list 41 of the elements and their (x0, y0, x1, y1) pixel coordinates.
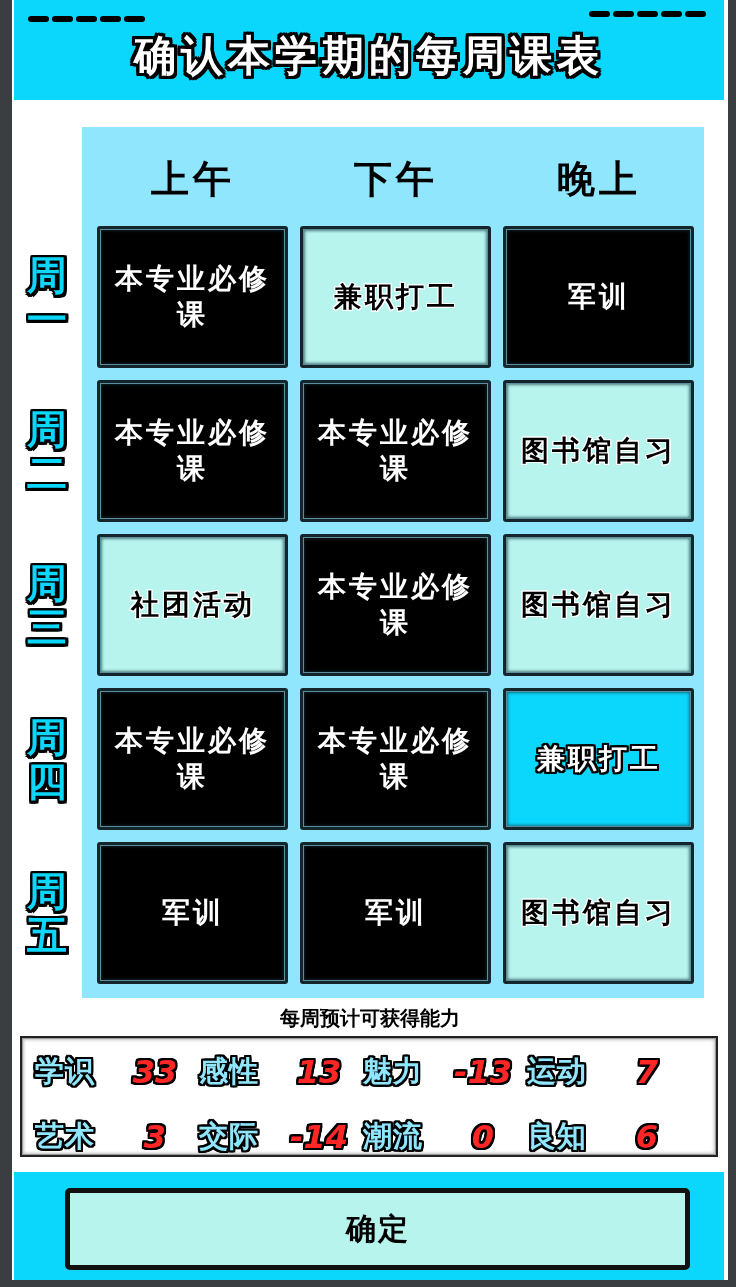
stat-value: 6 (635, 1118, 659, 1156)
schedule-slot[interactable]: 本专业必修课 (97, 688, 288, 830)
column-header: 上午 (150, 155, 235, 202)
day-label: 周五 (27, 869, 67, 957)
column-header: 下午 (353, 155, 438, 202)
page-title: 确认本学期的每周课表 (132, 31, 605, 81)
confirm-button[interactable]: 确定 (65, 1188, 690, 1270)
stat-label: 运动 (527, 1053, 587, 1090)
schedule-slot[interactable]: 本专业必修课 (300, 380, 491, 522)
schedule-slot[interactable]: 图书馆自习 (503, 534, 694, 676)
stat-value: 33 (132, 1053, 178, 1091)
stat-label: 潮流 (363, 1118, 423, 1155)
schedule-slot[interactable]: 本专业必修课 (97, 226, 288, 368)
stat-label: 交际 (199, 1118, 259, 1155)
schedule-slot[interactable]: 图书馆自习 (503, 380, 694, 522)
stat-label: 学识 (35, 1053, 95, 1090)
day-label: 周三 (27, 561, 67, 649)
stat-value: 0 (471, 1118, 495, 1156)
day-label: 周四 (27, 715, 67, 803)
stat-value: 13 (296, 1053, 342, 1091)
schedule-slot[interactable]: 社团活动 (97, 534, 288, 676)
schedule-slot[interactable]: 军训 (503, 226, 694, 368)
schedule-slot[interactable]: 本专业必修课 (300, 688, 491, 830)
day-label: 周一 (27, 253, 67, 341)
schedule-slot[interactable]: 军训 (97, 842, 288, 984)
schedule-slot[interactable]: 军训 (300, 842, 491, 984)
stat-label: 良知 (527, 1118, 587, 1155)
schedule-slot[interactable]: 图书馆自习 (503, 842, 694, 984)
section-title: 每周预计可获得能力 (279, 1006, 461, 1030)
stat-value: 7 (635, 1053, 659, 1091)
stat-value: -13 (454, 1053, 512, 1091)
stat-label: 感性 (199, 1053, 259, 1090)
schedule-slot[interactable]: 兼职打工 (300, 226, 491, 368)
stat-label: 魅力 (363, 1053, 423, 1090)
schedule-slot[interactable]: 本专业必修课 (300, 534, 491, 676)
stat-label: 艺术 (35, 1118, 95, 1155)
column-header: 晚上 (556, 155, 641, 202)
stat-value: 3 (143, 1118, 167, 1156)
stat-value: -14 (290, 1118, 348, 1156)
day-label: 周二 (27, 407, 67, 495)
schedule-slot[interactable]: 本专业必修课 (97, 380, 288, 522)
